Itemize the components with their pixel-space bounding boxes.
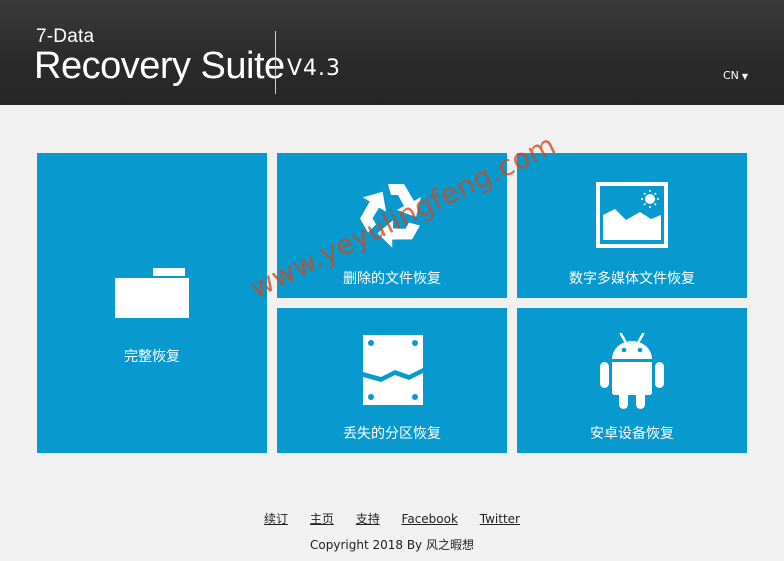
tile-deleted-files-label: 删除的文件恢复	[343, 271, 441, 287]
language-selector[interactable]: CN ▼	[723, 69, 748, 82]
folder-icon	[115, 268, 189, 318]
copyright-text: Copyright 2018 By 风之暇想	[310, 538, 474, 552]
tile-digital-media[interactable]: 数字多媒体文件恢复	[517, 153, 747, 298]
caret-down-icon: ▼	[741, 72, 749, 81]
footer-link-home[interactable]: 主页	[310, 512, 334, 526]
android-icon	[600, 332, 664, 409]
footer-links: 续订 主页 支持 Facebook Twitter	[0, 510, 784, 527]
footer-link-twitter[interactable]: Twitter	[480, 512, 520, 526]
footer-link-facebook[interactable]: Facebook	[402, 512, 458, 526]
tile-lost-partition[interactable]: 丢失的分区恢复	[277, 308, 507, 453]
app-header: 7-Data Recovery Suite V4.3 CN ▼	[0, 0, 784, 105]
tile-full-recovery[interactable]: 完整恢复	[37, 153, 267, 453]
footer-link-support[interactable]: 支持	[356, 512, 380, 526]
language-label: CN	[723, 69, 739, 82]
tile-android[interactable]: 安卓设备恢复	[517, 308, 747, 453]
tile-lost-partition-label: 丢失的分区恢复	[343, 426, 441, 442]
tile-digital-media-label: 数字多媒体文件恢复	[569, 271, 695, 287]
recycle-icon	[360, 184, 421, 248]
image-icon	[596, 182, 668, 248]
tile-full-recovery-label: 完整恢复	[124, 349, 180, 365]
brand-title: Recovery Suite	[34, 45, 285, 87]
version-label: V4.3	[287, 56, 342, 81]
tile-android-label: 安卓设备恢复	[590, 426, 674, 442]
drive-icon	[363, 335, 423, 405]
header-divider	[275, 31, 276, 94]
tile-deleted-files[interactable]: 删除的文件恢复	[277, 153, 507, 298]
footer-link-renew[interactable]: 续订	[264, 512, 288, 526]
